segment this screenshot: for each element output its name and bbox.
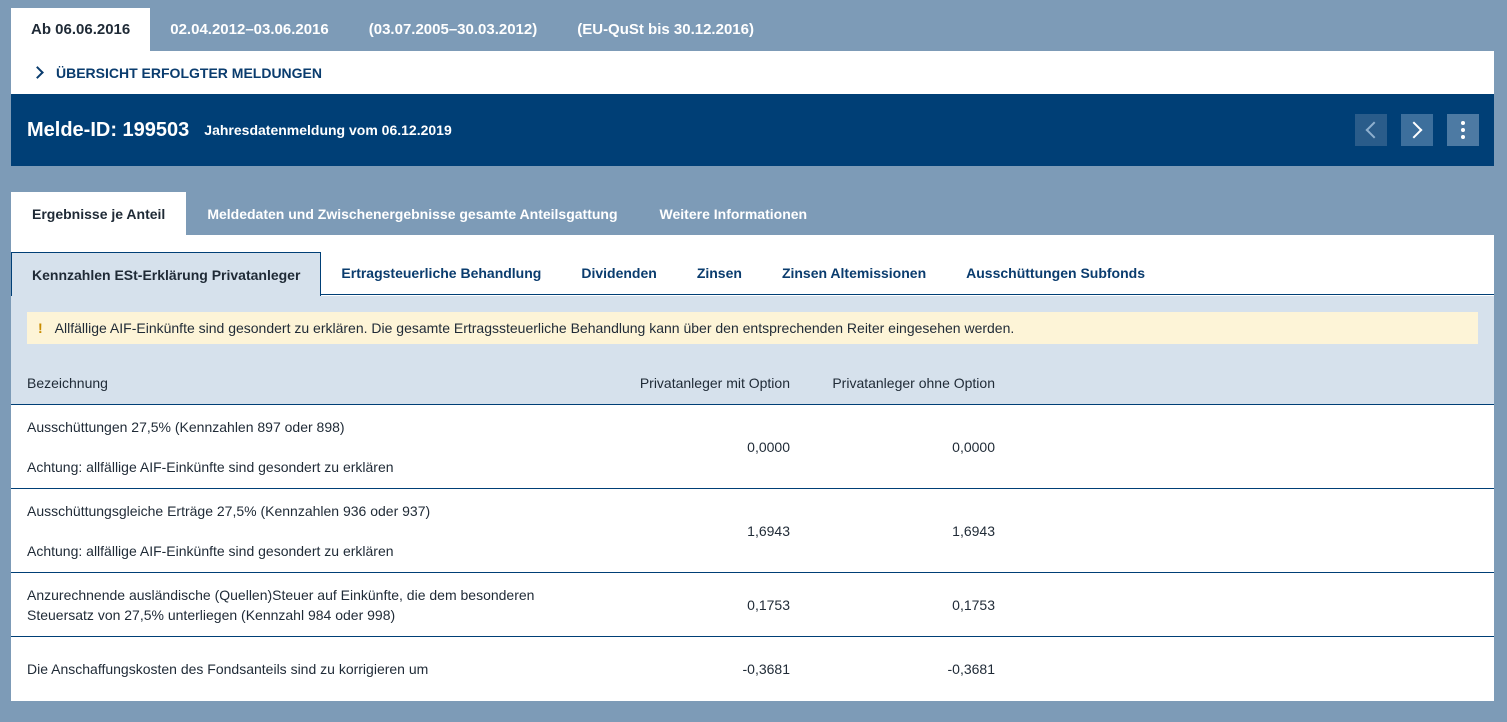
value-mit-option: 1,6943 <box>747 522 790 539</box>
header-ohne-option: Privatanleger ohne Option <box>832 374 995 391</box>
content-panel: Kennzahlen ESt-Erklärung Privatanleger E… <box>11 235 1494 701</box>
row-label: Ausschüttungsgleiche Erträge 27,5% (Kenn… <box>27 503 431 519</box>
main-tabs: Ergebnisse je Anteil Meldedaten und Zwis… <box>11 192 828 235</box>
more-menu-button[interactable] <box>1447 114 1479 146</box>
report-header: Melde-ID: 199503 Jahresdatenmeldung vom … <box>11 94 1494 166</box>
tab-eu-qust[interactable]: (EU-QuSt bis 30.12.2016) <box>557 8 774 51</box>
row-label: Ausschüttungen 27,5% (Kennzahlen 897 ode… <box>27 419 345 435</box>
tab-zinsen-altemissionen[interactable]: Zinsen Altemissionen <box>762 252 946 294</box>
tab-kennzahlen-est[interactable]: Kennzahlen ESt-Erklärung Privatanleger <box>11 252 322 296</box>
header-bezeichnung: Bezeichnung <box>27 374 108 391</box>
table-header: Bezeichnung Privatanleger mit Option Pri… <box>11 361 1494 405</box>
warning-notice: ! Allfällige AIF-Einkünfte sind gesonder… <box>27 312 1478 344</box>
header-actions <box>1355 114 1479 146</box>
value-ohne-option: -0,3681 <box>947 660 995 677</box>
notice-area: ! Allfällige AIF-Einkünfte sind gesonder… <box>11 296 1494 361</box>
period-tabs: Ab 06.06.2016 02.04.2012–03.06.2016 (03.… <box>11 8 774 51</box>
tab-meldedaten[interactable]: Meldedaten und Zwischenergebnisse gesamt… <box>186 192 638 235</box>
next-button[interactable] <box>1401 114 1433 146</box>
results-table: Bezeichnung Privatanleger mit Option Pri… <box>11 361 1494 700</box>
tab-2012-2016[interactable]: 02.04.2012–03.06.2016 <box>150 8 349 51</box>
value-ohne-option: 0,1753 <box>952 596 995 613</box>
more-vertical-icon <box>1461 121 1465 139</box>
tab-weitere-informationen[interactable]: Weitere Informationen <box>639 192 829 235</box>
header-mit-option: Privatanleger mit Option <box>639 374 790 391</box>
row-label: Anzurechnende ausländische (Quellen)Steu… <box>27 587 535 623</box>
tab-2005-2012[interactable]: (03.07.2005–30.03.2012) <box>349 8 557 51</box>
value-mit-option: -0,3681 <box>742 660 790 677</box>
table-row: Die Anschaffungskosten des Fondsanteils … <box>11 637 1494 700</box>
previous-button[interactable] <box>1355 114 1387 146</box>
tab-dividenden[interactable]: Dividenden <box>561 252 676 294</box>
tab-zinsen[interactable]: Zinsen <box>677 252 762 294</box>
overview-label: ÜBERSICHT ERFOLGTER MELDUNGEN <box>56 64 322 81</box>
overview-toggle[interactable]: ÜBERSICHT ERFOLGTER MELDUNGEN <box>11 51 1494 94</box>
row-label: Die Anschaffungskosten des Fondsanteils … <box>27 661 429 677</box>
value-mit-option: 0,1753 <box>747 596 790 613</box>
warning-icon: ! <box>38 320 43 336</box>
row-note: Achtung: allfällige AIF-Einkünfte sind g… <box>27 543 394 559</box>
tab-ausschuettungen-subfonds[interactable]: Ausschüttungen Subfonds <box>946 252 1165 294</box>
chevron-right-icon <box>1405 121 1423 139</box>
chevron-right-icon <box>31 66 44 79</box>
row-note: Achtung: allfällige AIF-Einkünfte sind g… <box>27 459 394 475</box>
value-ohne-option: 0,0000 <box>952 438 995 455</box>
tab-ab-06-06-2016[interactable]: Ab 06.06.2016 <box>11 8 151 51</box>
table-row: Ausschüttungen 27,5% (Kennzahlen 897 ode… <box>11 405 1494 489</box>
melde-id-title: Melde-ID: 199503 <box>27 118 190 141</box>
tab-ertragsteuerliche-behandlung[interactable]: Ertragsteuerliche Behandlung <box>321 252 561 294</box>
table-row: Anzurechnende ausländische (Quellen)Steu… <box>11 573 1494 637</box>
table-row: Ausschüttungsgleiche Erträge 27,5% (Kenn… <box>11 489 1494 573</box>
value-mit-option: 0,0000 <box>747 438 790 455</box>
chevron-left-icon <box>1365 121 1383 139</box>
value-ohne-option: 1,6943 <box>952 522 995 539</box>
report-subtitle: Jahresdatenmeldung vom 06.12.2019 <box>204 122 452 138</box>
tab-ergebnisse-je-anteil[interactable]: Ergebnisse je Anteil <box>11 192 187 235</box>
notice-text: Allfällige AIF-Einkünfte sind gesondert … <box>54 320 1015 336</box>
sub-tabs: Kennzahlen ESt-Erklärung Privatanleger E… <box>11 252 1494 296</box>
